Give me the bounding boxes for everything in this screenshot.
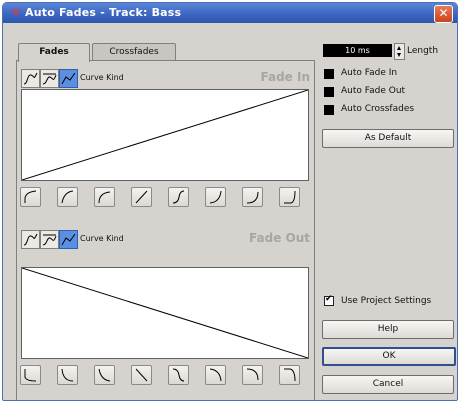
fade-in-preset-4[interactable] xyxy=(131,187,152,207)
fade-in-preset-3[interactable] xyxy=(94,187,115,207)
tab-fades[interactable]: Fades xyxy=(18,43,90,62)
fade-out-preset-1[interactable] xyxy=(20,365,41,385)
fade-in-curve-display[interactable] xyxy=(21,89,309,181)
fade-in-preset-7-icon xyxy=(246,191,259,204)
fade-out-preset-8[interactable] xyxy=(279,365,300,385)
fade-in-preset-2[interactable] xyxy=(57,187,78,207)
close-button[interactable]: ✕ xyxy=(434,5,453,23)
fade-out-curve xyxy=(22,268,308,358)
damped-spline-icon xyxy=(42,234,57,246)
auto-fade-out-checkbox[interactable] xyxy=(324,87,334,97)
fade-in-preset-7[interactable] xyxy=(242,187,263,207)
spline-icon xyxy=(23,233,38,246)
length-value: 10 ms xyxy=(345,46,370,55)
fade-out-preset-1-icon xyxy=(24,369,37,382)
fade-out-preset-6-icon xyxy=(209,368,222,382)
use-project-settings-label: Use Project Settings xyxy=(341,296,432,306)
fade-out-damped-spline-button[interactable] xyxy=(40,230,59,249)
fade-out-spline-button[interactable] xyxy=(21,230,40,249)
window-title: Auto Fades - Track: Bass xyxy=(25,6,182,19)
auto-crossfades-checkbox[interactable] xyxy=(324,105,334,115)
fade-in-preset-6[interactable] xyxy=(205,187,226,207)
fade-in-preset-8[interactable] xyxy=(279,187,300,207)
ok-label: OK xyxy=(382,351,396,361)
close-icon: ✕ xyxy=(438,6,449,20)
cancel-label: Cancel xyxy=(372,379,404,389)
fade-out-preset-7[interactable] xyxy=(242,365,263,385)
auto-fade-in-label: Auto Fade In xyxy=(341,68,398,78)
ok-button[interactable]: OK xyxy=(322,347,456,366)
auto-fades-dialog: Auto Fades - Track: Bass ✕ Fades Crossfa… xyxy=(2,2,458,401)
fade-in-preset-1[interactable] xyxy=(20,187,41,207)
fade-out-preset-8-icon xyxy=(284,368,296,382)
tab-crossfades[interactable]: Crossfades xyxy=(92,43,176,61)
dialog-body: Fades Crossfades Curve Kind Fade In Curv… xyxy=(7,25,456,400)
arrow-down-icon[interactable] xyxy=(397,53,401,57)
fade-out-curve-kind-label: Curve Kind xyxy=(80,234,124,243)
fade-in-preset-5-icon xyxy=(172,190,185,204)
fade-in-preset-6-icon xyxy=(209,190,222,204)
damped-spline-icon xyxy=(42,73,57,85)
fade-out-preset-5[interactable] xyxy=(168,365,189,385)
fade-in-preset-3-icon xyxy=(98,191,111,204)
spline-icon xyxy=(23,72,38,85)
fade-in-linear-button[interactable] xyxy=(59,69,78,88)
fade-out-preset-5-icon xyxy=(172,368,185,382)
fade-in-damped-spline-button[interactable] xyxy=(40,69,59,88)
fade-out-preset-2-icon xyxy=(61,368,74,382)
length-field[interactable]: 10 ms xyxy=(323,44,392,57)
fade-out-preset-3[interactable] xyxy=(94,365,115,385)
linear-curve-icon xyxy=(61,72,76,85)
arrow-up-icon[interactable] xyxy=(397,46,401,50)
fade-out-preset-7-icon xyxy=(246,368,259,381)
fade-in-preset-5[interactable] xyxy=(168,187,189,207)
auto-fade-out-label: Auto Fade Out xyxy=(341,86,406,96)
length-stepper[interactable] xyxy=(394,43,405,60)
help-label: Help xyxy=(377,324,399,334)
fade-in-preset-8-icon xyxy=(284,190,296,204)
tab-fades-label: Fades xyxy=(39,47,69,57)
fade-in-label: Fade In xyxy=(260,70,310,84)
fade-in-preset-1-icon xyxy=(24,190,37,203)
fade-in-curve-kind-label: Curve Kind xyxy=(80,73,124,82)
cancel-button[interactable]: Cancel xyxy=(322,375,454,394)
fade-in-preset-2-icon xyxy=(61,190,74,204)
auto-crossfades-label: Auto Crossfades xyxy=(341,104,415,114)
fade-in-curve xyxy=(22,90,308,180)
fade-out-linear-button[interactable] xyxy=(59,230,78,249)
length-label: Length xyxy=(407,46,439,56)
fade-out-preset-3-icon xyxy=(98,368,111,382)
fade-in-preset-4-icon xyxy=(135,190,148,204)
as-default-button[interactable]: As Default xyxy=(322,129,454,148)
fade-out-label: Fade Out xyxy=(249,231,310,245)
use-project-settings-checkbox[interactable] xyxy=(324,294,334,306)
fade-out-curve-display[interactable] xyxy=(21,267,309,359)
tab-crossfades-label: Crossfades xyxy=(109,47,159,57)
fade-out-preset-4[interactable] xyxy=(131,365,152,385)
cubase-logo-icon xyxy=(12,9,20,16)
fade-out-preset-6[interactable] xyxy=(205,365,226,385)
as-default-label: As Default xyxy=(364,133,412,143)
title-bar[interactable]: Auto Fades - Track: Bass ✕ xyxy=(3,3,457,23)
help-button[interactable]: Help xyxy=(322,320,454,339)
fade-in-spline-button[interactable] xyxy=(21,69,40,88)
fade-out-preset-2[interactable] xyxy=(57,365,78,385)
fades-panel: Curve Kind Fade In Curve Kind Fade Out xyxy=(16,60,315,400)
fade-out-preset-4-icon xyxy=(135,368,148,382)
linear-curve-icon xyxy=(61,233,76,246)
auto-fade-in-checkbox[interactable] xyxy=(324,69,334,79)
